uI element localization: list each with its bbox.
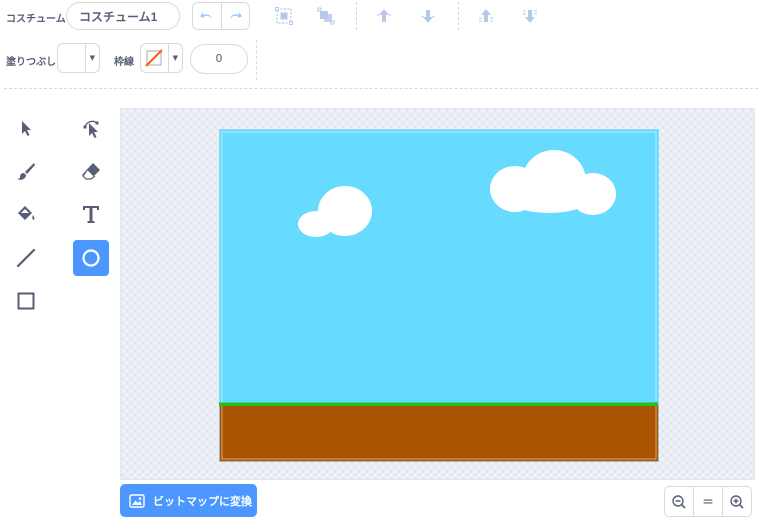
- undo-button[interactable]: [193, 3, 221, 29]
- costume-artwork: [219, 129, 659, 462]
- convert-to-bitmap-label: ビットマップに変換: [153, 494, 252, 508]
- eraser-tool[interactable]: [73, 153, 109, 189]
- chevron-down-icon: ▼: [167, 44, 182, 72]
- paint-canvas[interactable]: [120, 108, 755, 480]
- undo-redo-group: [192, 2, 250, 30]
- circle-tool[interactable]: [73, 240, 109, 276]
- outline-color-swatch: [141, 44, 168, 72]
- toolbar-divider: [356, 2, 357, 30]
- front-icon: [479, 9, 493, 22]
- line-icon: [16, 248, 36, 268]
- ungroup-icon: [317, 7, 335, 25]
- circle-icon: [82, 249, 100, 267]
- zoom-in-icon: [730, 494, 744, 509]
- select-icon: [22, 121, 31, 136]
- redo-button[interactable]: [220, 3, 250, 29]
- grass-endpoint: [654, 402, 658, 406]
- brush-tool[interactable]: [8, 153, 44, 189]
- rectangle-icon: [17, 292, 35, 310]
- toolbar-bottom-divider: [4, 88, 758, 89]
- convert-to-bitmap-button[interactable]: ビットマップに変換: [120, 484, 257, 517]
- line-tool[interactable]: [8, 240, 44, 276]
- group-icon: [275, 7, 293, 25]
- zoom-out-button[interactable]: [665, 487, 693, 516]
- fill-bucket-icon: [18, 206, 35, 220]
- backward-icon: [421, 10, 435, 23]
- ground-rectangle: [219, 405, 659, 462]
- outline-label: 枠線: [114, 57, 134, 68]
- fill-label: 塗りつぶし: [6, 57, 57, 68]
- eraser-icon: [82, 163, 100, 180]
- backward-button[interactable]: [414, 2, 442, 30]
- costume-label: コスチューム: [6, 14, 66, 25]
- image-icon: [129, 493, 145, 508]
- back-button[interactable]: [516, 2, 544, 30]
- front-button[interactable]: [472, 2, 500, 30]
- reshape-tool[interactable]: [73, 110, 109, 146]
- toolbar-divider: [458, 2, 459, 30]
- forward-icon: [377, 9, 391, 22]
- fill-color-swatch: [58, 44, 85, 72]
- group-button[interactable]: [270, 2, 298, 30]
- undo-icon: [199, 12, 212, 19]
- toolbar-divider: [256, 40, 257, 80]
- back-icon: [523, 10, 537, 23]
- reshape-icon: [83, 120, 99, 138]
- zoom-controls: =: [664, 486, 752, 517]
- costume-name-input[interactable]: [66, 2, 180, 30]
- ungroup-button[interactable]: [312, 2, 340, 30]
- redo-icon: [230, 12, 243, 19]
- fill-color-dropdown[interactable]: ▼: [57, 43, 100, 73]
- forward-button[interactable]: [370, 2, 398, 30]
- outline-color-dropdown[interactable]: ▼: [140, 43, 183, 73]
- zoom-out-icon: [672, 494, 686, 509]
- outline-width-input[interactable]: 0: [190, 44, 248, 74]
- select-tool[interactable]: [8, 110, 44, 146]
- brush-icon: [17, 163, 35, 180]
- grass-line: [219, 402, 657, 406]
- zoom-in-button[interactable]: [722, 487, 751, 516]
- text-icon: [83, 206, 99, 223]
- text-tool[interactable]: [73, 196, 109, 232]
- zoom-reset-button[interactable]: =: [693, 487, 722, 516]
- chevron-down-icon: ▼: [84, 44, 99, 72]
- no-outline-icon: [145, 49, 164, 67]
- fill-tool[interactable]: [8, 196, 44, 232]
- rectangle-tool[interactable]: [8, 283, 44, 319]
